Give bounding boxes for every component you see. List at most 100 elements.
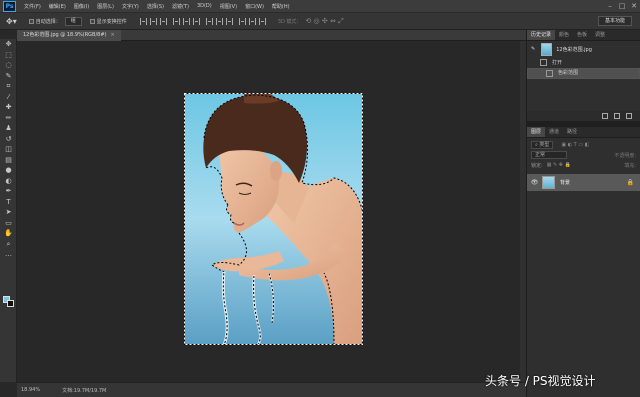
menu-select[interactable]: 选择(S): [143, 3, 168, 10]
snapshot-thumbnail: [541, 42, 553, 56]
photoshop-logo: Ps: [3, 0, 16, 12]
blend-mode-dropdown[interactable]: 正常: [531, 151, 567, 159]
close-tab-icon[interactable]: ×: [111, 30, 115, 41]
maximize-button[interactable]: □: [616, 0, 628, 13]
trash-icon[interactable]: [626, 113, 632, 119]
snapshot-brush-icon: ✎: [531, 46, 536, 52]
3d-roll-icon[interactable]: ◎: [314, 17, 320, 25]
3d-slide-icon[interactable]: ⇔: [330, 17, 336, 25]
history-item-open[interactable]: 打开: [527, 57, 640, 68]
shape-icon[interactable]: ▭: [0, 218, 17, 229]
tab-history[interactable]: 历史记录: [527, 30, 556, 40]
more-icon[interactable]: …: [0, 249, 17, 260]
history-panel-footer: [527, 111, 640, 121]
lasso-icon[interactable]: ◌: [0, 60, 17, 71]
tab-color[interactable]: 颜色: [555, 30, 573, 40]
layer-name[interactable]: 背景: [560, 179, 570, 186]
menu-view[interactable]: 视图(V): [216, 3, 241, 10]
menu-edit[interactable]: 编辑(E): [45, 3, 70, 10]
distribute-left-icon[interactable]: [238, 17, 246, 25]
fill-label: 填充:: [624, 162, 636, 169]
portrait-photo: [184, 93, 363, 345]
menu-type[interactable]: 文字(Y): [118, 3, 143, 10]
blur-icon[interactable]: ●: [0, 165, 17, 176]
align-hcenter-icon[interactable]: [182, 17, 190, 25]
distribute-top-icon[interactable]: [205, 17, 213, 25]
menu-layer[interactable]: 图层(L): [93, 3, 118, 10]
history-brush-icon[interactable]: ↺: [0, 134, 17, 145]
menu-3d[interactable]: 3D(D): [193, 3, 216, 9]
close-button[interactable]: ✕: [628, 0, 640, 13]
layer-row[interactable]: 👁 背景 🔒: [527, 174, 640, 191]
path-select-icon[interactable]: ➤: [0, 207, 17, 218]
3d-pan-icon[interactable]: ✣: [322, 17, 328, 25]
menu-help[interactable]: 帮助(H): [268, 3, 294, 10]
distribute-vcenter-icon[interactable]: [215, 17, 223, 25]
menu-image[interactable]: 图像(I): [70, 3, 93, 10]
background-color-swatch[interactable]: [7, 300, 14, 307]
document-tab[interactable]: 12色彩范围.jpg @ 18.9%(RGB/8#) ×: [17, 30, 121, 41]
options-bar: ✥▾ 自动选择： 组 显示变换控件 3D 模式： ⟲ ◎ ✣ ⇔ ⤢ 基本功能: [0, 13, 640, 30]
checkbox-box[interactable]: [89, 18, 95, 24]
3d-rotate-icon[interactable]: ⟲: [305, 17, 311, 25]
auto-select-dropdown[interactable]: 组: [64, 16, 82, 26]
eye-icon[interactable]: 👁: [530, 179, 539, 186]
lock-label: 锁定:: [531, 162, 543, 169]
watermark-text: 头条号 / PS视觉设计: [485, 374, 596, 388]
menu-filter[interactable]: 滤镜(T): [168, 3, 193, 10]
lock-row: 锁定: ▦ ✎ ✥ 🔒 填充:: [527, 160, 640, 170]
workspace-dropdown[interactable]: 基本功能: [597, 16, 632, 26]
healing-icon[interactable]: ✚: [0, 102, 17, 113]
stamp-icon[interactable]: ♟: [0, 123, 17, 134]
zoom-icon[interactable]: ⌕: [0, 239, 17, 250]
crop-icon[interactable]: ⌗: [0, 81, 17, 92]
align-bottom-icon[interactable]: [159, 17, 167, 25]
menu-file[interactable]: 文件(F): [20, 3, 45, 10]
camera-snapshot-icon[interactable]: [614, 113, 620, 119]
align-left-icon[interactable]: [172, 17, 180, 25]
lock-icons: ▦ ✎ ✥ 🔒: [546, 162, 571, 168]
tab-swatches[interactable]: 色板: [573, 30, 591, 40]
blend-mode-row: 正常 不透明度:: [527, 150, 640, 160]
distribute-hcenter-icon[interactable]: [248, 17, 256, 25]
align-vcenter-icon[interactable]: [149, 17, 157, 25]
layer-filter-kind-dropdown[interactable]: ⌕ 类型: [531, 141, 554, 149]
align-right-icon[interactable]: [192, 17, 200, 25]
marquee-icon[interactable]: ⬚: [0, 50, 17, 61]
tab-adjustments[interactable]: 调整: [591, 30, 609, 40]
history-item-label: 色彩范围: [558, 70, 579, 76]
show-transform-checkbox[interactable]: 显示变换控件: [89, 18, 127, 25]
auto-select-checkbox[interactable]: 自动选择：: [28, 18, 61, 25]
menu-bar: Ps 文件(F) 编辑(E) 图像(I) 图层(L) 文字(Y) 选择(S) 滤…: [0, 0, 640, 13]
menu-window[interactable]: 窗口(W): [241, 3, 268, 10]
tab-paths[interactable]: 路径: [563, 127, 581, 137]
align-buttons: [137, 17, 266, 25]
eraser-icon[interactable]: ◫: [0, 144, 17, 155]
align-top-icon[interactable]: [139, 17, 147, 25]
3d-mode-icons: ⟲ ◎ ✣ ⇔ ⤢: [305, 17, 343, 26]
document-image[interactable]: [184, 93, 363, 345]
move-tool-preset-icon[interactable]: ✥▾: [6, 17, 17, 26]
dodge-icon[interactable]: ◐: [0, 176, 17, 187]
move-icon[interactable]: ✥: [0, 39, 17, 50]
history-item-color-range[interactable]: 色彩范围: [527, 68, 640, 79]
tab-layers[interactable]: 图层: [527, 127, 546, 137]
history-item-label: 打开: [552, 60, 563, 66]
3d-scale-icon[interactable]: ⤢: [338, 17, 344, 26]
type-icon[interactable]: T: [0, 197, 17, 208]
lock-icon: 🔒: [626, 179, 634, 186]
checkbox-box[interactable]: [28, 18, 34, 24]
quick-select-icon[interactable]: ✎: [0, 71, 17, 82]
minimize-button[interactable]: –: [604, 0, 616, 13]
gradient-icon[interactable]: ▤: [0, 155, 17, 166]
tab-channels[interactable]: 通道: [545, 127, 563, 137]
zoom-level[interactable]: 18.94%: [21, 387, 40, 393]
distribute-right-icon[interactable]: [258, 17, 266, 25]
brush-icon[interactable]: ✏: [0, 113, 17, 124]
eyedropper-icon[interactable]: ⁄: [0, 92, 17, 103]
distribute-bottom-icon[interactable]: [225, 17, 233, 25]
hand-icon[interactable]: ✋: [0, 228, 17, 239]
pen-icon[interactable]: ✒: [0, 186, 17, 197]
history-snapshot[interactable]: ✎ 12色彩范围.jpg: [527, 41, 640, 57]
new-document-from-state-icon[interactable]: [602, 113, 608, 119]
